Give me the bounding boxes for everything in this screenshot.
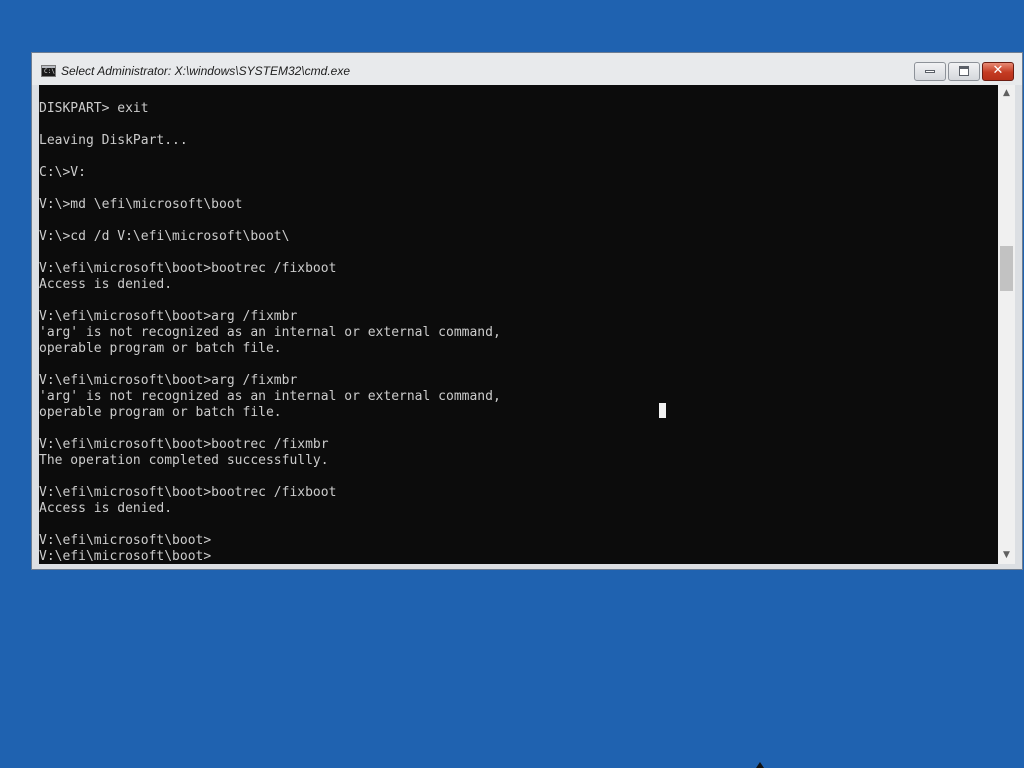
vertical-scrollbar[interactable]: ▲ ▼ — [998, 85, 1015, 564]
console-line: V:\efi\microsoft\boot>arg /fixmbr — [39, 309, 298, 324]
minimize-icon — [925, 70, 935, 73]
scroll-up-arrow-icon[interactable]: ▲ — [998, 85, 1015, 102]
console-output[interactable]: DISKPART> exit Leaving DiskPart... C:\>V: V… — [39, 85, 998, 564]
console-line: V:\efi\microsoft\boot> — [39, 533, 212, 548]
console-line: Leaving DiskPart... — [39, 133, 188, 148]
console-line: 'arg' is not recognized as an internal o… — [39, 389, 501, 404]
cmd-icon[interactable]: C:\ — [41, 65, 56, 77]
console-line: 'arg' is not recognized as an internal o… — [39, 325, 501, 340]
console-line: V:\>md \efi\microsoft\boot — [39, 197, 243, 212]
console-line: C:\>V: — [39, 165, 86, 180]
scrollbar-thumb[interactable] — [1000, 246, 1013, 291]
console-line: V:\efi\microsoft\boot>bootrec /fixboot — [39, 261, 337, 276]
console-line: V:\efi\microsoft\boot> — [39, 549, 212, 564]
title-bar[interactable]: C:\ Select Administrator: X:\windows\SYS… — [32, 53, 1022, 85]
cmd-icon-text: C:\ — [44, 68, 55, 75]
minimize-button[interactable] — [914, 62, 946, 81]
console-line: V:\efi\microsoft\boot>bootrec /fixmbr — [39, 437, 329, 452]
console-line: V:\efi\microsoft\boot>bootrec /fixboot — [39, 485, 337, 500]
maximize-icon — [959, 66, 969, 76]
console-line: Access is denied. — [39, 277, 173, 292]
cmd-window: C:\ Select Administrator: X:\windows\SYS… — [31, 52, 1023, 570]
console-line: The operation completed successfully. — [39, 453, 329, 468]
console-line: operable program or batch file. — [39, 405, 282, 420]
scroll-down-arrow-icon[interactable]: ▼ — [998, 547, 1015, 564]
window-title: Select Administrator: X:\windows\SYSTEM3… — [61, 64, 350, 78]
close-icon: ✕ — [992, 63, 1004, 78]
console-line: V:\efi\microsoft\boot>arg /fixmbr — [39, 373, 298, 388]
console-line: V:\>cd /d V:\efi\microsoft\boot\ — [39, 229, 290, 244]
maximize-button[interactable] — [948, 62, 980, 81]
text-cursor — [659, 403, 666, 418]
console-line: operable program or batch file. — [39, 341, 282, 356]
mouse-pointer-icon — [756, 762, 764, 768]
close-button[interactable]: ✕ — [982, 62, 1014, 81]
console-line: DISKPART> exit — [39, 101, 149, 116]
console-line: Access is denied. — [39, 501, 173, 516]
